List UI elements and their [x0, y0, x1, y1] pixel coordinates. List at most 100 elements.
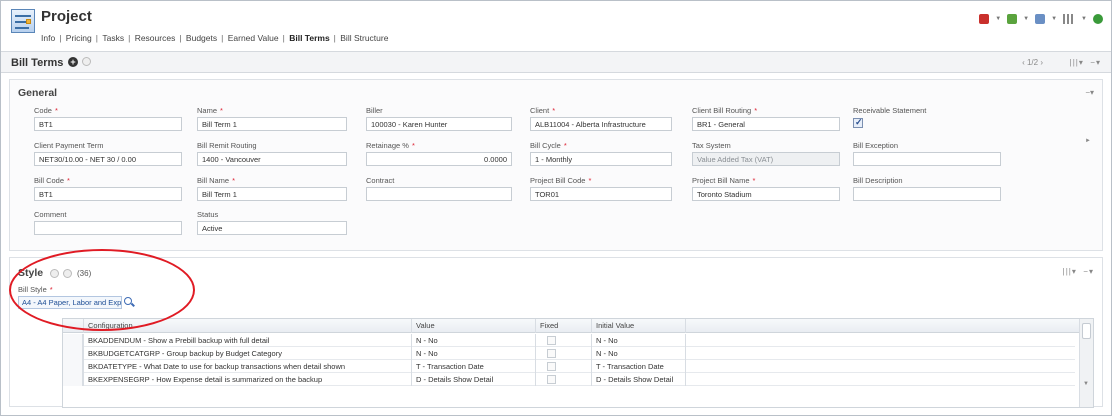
row-configuration: BKEXPENSEGRP - How Expense detail is sum… — [83, 373, 411, 386]
delete-icon[interactable] — [82, 57, 91, 66]
column-value[interactable]: Value — [411, 319, 535, 333]
project-bill-code-input[interactable]: TOR01 — [530, 187, 672, 201]
table-row[interactable]: BKADDENDUM - Show a Prebill backup with … — [63, 334, 1075, 347]
chevron-down-icon[interactable]: ▼ — [1051, 16, 1057, 22]
tab-nav: Info | Pricing | Tasks | Resources | Budgets… — [41, 33, 389, 43]
chevron-down-icon[interactable]: ▼ — [995, 16, 1001, 22]
row-value[interactable]: T - Transaction Date — [411, 360, 535, 373]
collapse-icon[interactable]: −▾ — [1085, 88, 1094, 97]
flag-icon[interactable] — [1035, 14, 1046, 24]
status-ok-icon[interactable] — [1093, 14, 1103, 24]
column-fixed[interactable]: Fixed — [535, 319, 591, 333]
name-input[interactable]: Bill Term 1 — [197, 117, 347, 131]
chevron-down-icon[interactable]: ▼ — [1023, 16, 1029, 22]
row-fixed-checkbox[interactable] — [547, 362, 556, 371]
pager[interactable]: ‹ 1/2 › — [1022, 58, 1043, 67]
bill-description-field: Bill Description — [853, 176, 1001, 201]
receivable-statement-field: Receivable Statement — [853, 106, 1001, 128]
tab-earned-value[interactable]: Earned Value — [228, 33, 279, 43]
bill-cycle-label: Bill Cycle — [530, 141, 561, 150]
project-bill-name-input[interactable]: Toronto Stadium — [692, 187, 840, 201]
columns-menu-icon[interactable]: |||▾ −▾ — [1070, 58, 1101, 67]
tab-pricing[interactable]: Pricing — [66, 33, 92, 43]
client-bill-routing-input[interactable]: BR1 - General — [692, 117, 840, 131]
bill-terms-bar: Bill Terms + ‹ 1/2 › |||▾ −▾ — [1, 51, 1111, 73]
biller-input[interactable]: 100030 - Karen Hunter — [366, 117, 512, 131]
tab-tasks[interactable]: Tasks — [102, 33, 124, 43]
chevron-down-icon[interactable]: ▼ — [1081, 16, 1087, 22]
project-bill-name-field: Project Bill Name * Toronto Stadium — [692, 176, 840, 201]
contract-input[interactable] — [366, 187, 512, 201]
client-payment-term-field: Client Payment Term NET30/10.00 - NET 30… — [34, 141, 182, 166]
retainage-field: Retainage % * 0.0000 — [366, 141, 512, 166]
add-icon[interactable]: + — [68, 57, 78, 67]
name-field: Name * Bill Term 1 — [197, 106, 347, 131]
style-columns-menu-icon[interactable]: |||▾ −▾ — [1063, 267, 1094, 276]
tab-info[interactable]: Info — [41, 33, 55, 43]
header-toolbar: ▼ ▼ ▼ ▼ — [979, 14, 1103, 24]
bill-exception-field: Bill Exception — [853, 141, 1001, 166]
retainage-input[interactable]: 0.0000 — [366, 152, 512, 166]
bill-cycle-input[interactable]: 1 - Monthly — [530, 152, 672, 166]
bill-terms-title: Bill Terms — [11, 57, 64, 69]
bill-remit-routing-label: Bill Remit Routing — [197, 141, 257, 150]
row-value[interactable]: N - No — [411, 347, 535, 360]
row-configuration: BKADDENDUM - Show a Prebill backup with … — [83, 334, 411, 347]
row-fixed-checkbox[interactable] — [547, 349, 556, 358]
row-initial-value: N - No — [591, 347, 685, 360]
table-row[interactable]: BKEXPENSEGRP - How Expense detail is sum… — [63, 373, 1075, 386]
scrollbar-thumb[interactable] — [1082, 323, 1091, 339]
bill-code-input[interactable]: BT1 — [34, 187, 182, 201]
report-icon[interactable] — [1007, 14, 1018, 24]
bill-name-label: Bill Name — [197, 176, 230, 185]
pager-value: 1/2 — [1026, 58, 1039, 67]
row-fixed-checkbox[interactable] — [547, 375, 556, 384]
bill-remit-routing-input[interactable]: 1400 - Vancouver — [197, 152, 347, 166]
row-fixed-checkbox[interactable] — [547, 336, 556, 345]
tax-system-input: Value Added Tax (VAT) — [692, 152, 840, 166]
client-input[interactable]: ALB11004 - Alberta Infrastructure — [530, 117, 672, 131]
grid-header: Configuration Value Fixed Initial Value — [63, 319, 1093, 333]
columns-icon[interactable] — [1063, 14, 1076, 24]
row-initial-value: N - No — [591, 334, 685, 347]
receivable-statement-checkbox[interactable] — [853, 117, 863, 128]
highlight-annotation — [9, 249, 195, 331]
row-value[interactable]: D - Details Show Detail — [411, 373, 535, 386]
table-row[interactable]: BKDATETYPE - What Date to use for backup… — [63, 360, 1075, 373]
code-input[interactable]: BT1 — [34, 117, 182, 131]
client-bill-routing-label: Client Bill Routing — [692, 106, 752, 115]
comment-field: Comment — [34, 210, 182, 235]
status-label: Status — [197, 210, 219, 219]
bill-name-input[interactable]: Bill Term 1 — [197, 187, 347, 201]
bill-exception-label: Bill Exception — [853, 141, 899, 150]
briefcase-icon[interactable] — [979, 14, 990, 24]
scroll-right-icon[interactable]: ► — [1085, 138, 1091, 144]
scroll-down-icon[interactable]: ▼ — [1083, 381, 1089, 387]
bill-exception-input[interactable] — [853, 152, 1001, 166]
vertical-scrollbar[interactable]: ▼ — [1079, 319, 1093, 407]
biller-label: Biller — [366, 106, 383, 115]
column-initial-value[interactable]: Initial Value — [591, 319, 685, 333]
tab-resources[interactable]: Resources — [135, 33, 176, 43]
contract-label: Contract — [366, 176, 395, 185]
row-value[interactable]: N - No — [411, 334, 535, 347]
retainage-label: Retainage % — [366, 141, 409, 150]
client-payment-term-input[interactable]: NET30/10.00 - NET 30 / 0.00 — [34, 152, 182, 166]
client-label: Client — [530, 106, 550, 115]
style-config-grid: Configuration Value Fixed Initial Value … — [62, 318, 1094, 408]
status-input[interactable]: Active — [197, 221, 347, 235]
bill-description-input[interactable] — [853, 187, 1001, 201]
row-configuration: BKBUDGETCATGRP - Group backup by Budget … — [83, 347, 411, 360]
bill-description-label: Bill Description — [853, 176, 903, 185]
general-section: General −▾ Code * BT1 Name * Bill Term 1 B… — [9, 79, 1103, 251]
biller-field: Biller 100030 - Karen Hunter — [366, 106, 512, 131]
tab-budgets[interactable]: Budgets — [186, 33, 217, 43]
status-field: Status Active — [197, 210, 347, 235]
table-row[interactable]: BKBUDGETCATGRP - Group backup by Budget … — [63, 347, 1075, 360]
tab-bill-structure[interactable]: Bill Structure — [340, 33, 388, 43]
name-label: Name — [197, 106, 218, 115]
row-configuration: BKDATETYPE - What Date to use for backup… — [83, 360, 411, 373]
tab-bill-terms[interactable]: Bill Terms — [289, 33, 329, 43]
bill-cycle-field: Bill Cycle * 1 - Monthly — [530, 141, 672, 166]
comment-input[interactable] — [34, 221, 182, 235]
